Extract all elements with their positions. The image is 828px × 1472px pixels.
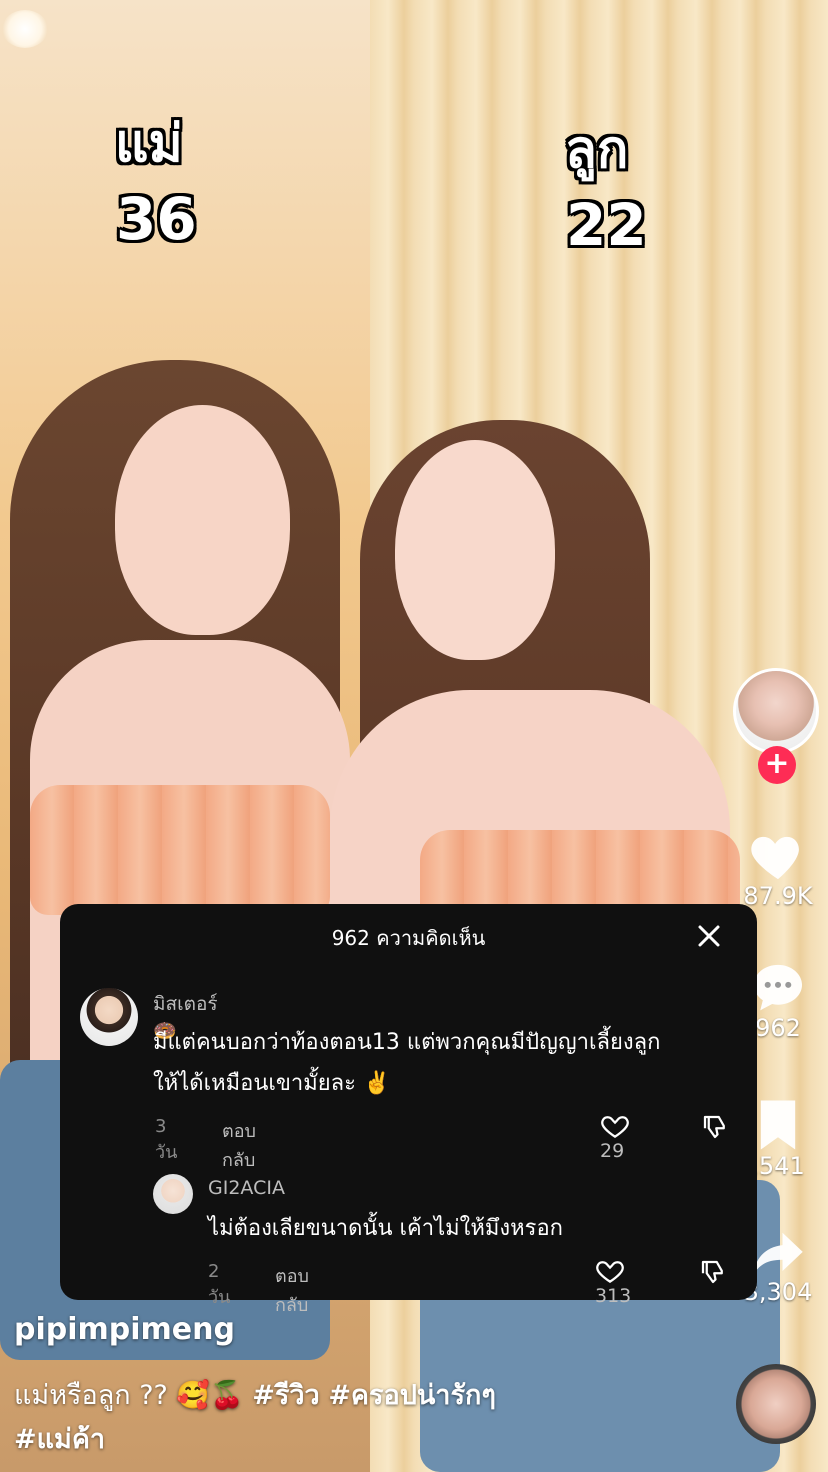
hashtag[interactable]: #ครอปน่ารักๆ <box>328 1380 496 1411</box>
heart-icon <box>751 836 799 880</box>
comment-age: 2 วัน <box>208 1261 231 1308</box>
reply-button[interactable]: ตอบกลับ <box>275 1261 309 1319</box>
music-disc[interactable] <box>736 1364 816 1444</box>
heart-outline-icon <box>596 1261 624 1283</box>
comment-text-line: ให้ได้เหมือนเขามั้ยละ ✌️ <box>153 1071 391 1096</box>
hashtag[interactable]: #รีวิว <box>252 1380 319 1411</box>
comment-like-count: 29 <box>600 1140 625 1162</box>
post-username[interactable]: pipimpimeng <box>14 1312 235 1347</box>
person-right-face <box>395 440 555 660</box>
heart-outline-icon <box>601 1116 629 1138</box>
post-caption: แม่หรือลูก ?? 🥰🍒 #รีวิว #ครอปน่ารักๆ #แม… <box>14 1374 714 1462</box>
commenter-avatar[interactable] <box>153 1174 193 1214</box>
reply-button[interactable]: ตอบกลับ <box>222 1116 256 1174</box>
thumbs-down-icon <box>701 1260 723 1284</box>
like-button[interactable]: 87.9K <box>728 828 828 910</box>
ceiling-light <box>2 10 48 48</box>
share-arrow-icon <box>753 1232 803 1275</box>
comment-like-button[interactable]: 313 <box>595 1257 631 1307</box>
hashtag[interactable]: #แม่ค้า <box>14 1424 105 1455</box>
commenter-name[interactable]: GI2ACIA <box>208 1177 285 1199</box>
person-left-face <box>115 405 290 635</box>
close-icon <box>698 925 720 947</box>
bookmark-icon <box>760 1100 796 1150</box>
comment-age: 3 วัน <box>155 1116 178 1163</box>
comment-text-line: มีแต่คนบอกว่าท้องตอน13 แต่พวกคุณมีปัญญาเ… <box>153 1030 661 1055</box>
comment-dislike-button[interactable] <box>698 1257 728 1287</box>
follow-button[interactable]: + <box>758 746 796 784</box>
commenter-avatar[interactable] <box>80 988 138 1046</box>
comments-title: 962 ความคิดเห็น <box>331 926 486 950</box>
comment-bubble-icon <box>753 964 803 1011</box>
caption-text: แม่หรือลูก ?? 🥰🍒 <box>14 1380 244 1411</box>
person-left-top <box>30 785 330 915</box>
comment-text: มีแต่คนบอกว่าท้องตอน13 แต่พวกคุณมีปัญญาเ… <box>153 1022 743 1104</box>
comment-like-count: 313 <box>595 1285 632 1307</box>
overlay-kid-age: 22 <box>566 191 647 259</box>
comments-panel: 962 ความคิดเห็น มิสเตอร์ 🍩 มีแต่คนบอกว่า… <box>60 904 757 1316</box>
overlay-mom-label: แม่ <box>115 114 183 174</box>
creator-avatar[interactable] <box>733 668 819 754</box>
comment-dislike-button[interactable] <box>700 1112 730 1142</box>
overlay-mom-age: 36 <box>116 185 197 253</box>
thumbs-down-icon <box>703 1115 725 1139</box>
close-button[interactable] <box>689 916 729 956</box>
comment-like-button[interactable]: 29 <box>600 1112 630 1162</box>
comment-text: ไม่ต้องเลียขนาดนั้น เค้าไม่ให้มึงหรอก <box>208 1216 563 1241</box>
overlay-kid-label: ลูก <box>565 120 629 180</box>
